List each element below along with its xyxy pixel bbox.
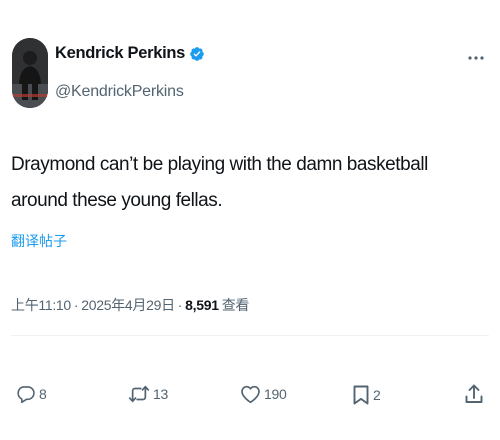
reply-button[interactable]: 8	[16, 384, 47, 404]
bookmark-icon	[352, 384, 370, 406]
tweet-meta: 上午11:10 · 2025年4月29日 · 8,591 查看	[11, 295, 249, 315]
divider	[11, 335, 489, 336]
bookmark-button[interactable]: 2	[352, 384, 381, 406]
tweet-time[interactable]: 上午11:10	[11, 295, 71, 315]
repost-icon	[128, 384, 150, 404]
meta-separator: ·	[177, 297, 183, 313]
views-label: 查看	[221, 297, 250, 313]
author-display-name[interactable]: Kendrick Perkins	[55, 44, 185, 63]
like-icon	[240, 384, 261, 404]
tweet-card: Kendrick Perkins @KendrickPerkins Draymo…	[0, 0, 500, 440]
avatar[interactable]	[12, 38, 48, 108]
share-icon	[464, 383, 484, 405]
more-icon[interactable]	[466, 50, 486, 60]
repost-button[interactable]: 13	[128, 384, 168, 404]
bookmark-count: 2	[373, 387, 381, 403]
tweet-text: Draymond can’t be playing with the damn …	[11, 154, 428, 211]
meta-separator: ·	[73, 297, 79, 313]
views-count: 8,591	[185, 297, 219, 313]
share-button[interactable]	[464, 383, 484, 405]
translate-post-link[interactable]: 翻译帖子	[11, 231, 67, 251]
author-handle[interactable]: @KendrickPerkins	[55, 83, 184, 101]
verified-badge-icon	[189, 46, 205, 62]
action-bar: 8 13 190 2	[0, 380, 500, 410]
like-button[interactable]: 190	[240, 384, 287, 404]
repost-count: 13	[153, 386, 168, 402]
like-count: 190	[264, 386, 287, 402]
reply-icon	[16, 384, 36, 404]
reply-count: 8	[39, 386, 47, 402]
tweet-date[interactable]: 2025年4月29日	[81, 295, 175, 315]
author-name-row: Kendrick Perkins	[55, 44, 205, 63]
